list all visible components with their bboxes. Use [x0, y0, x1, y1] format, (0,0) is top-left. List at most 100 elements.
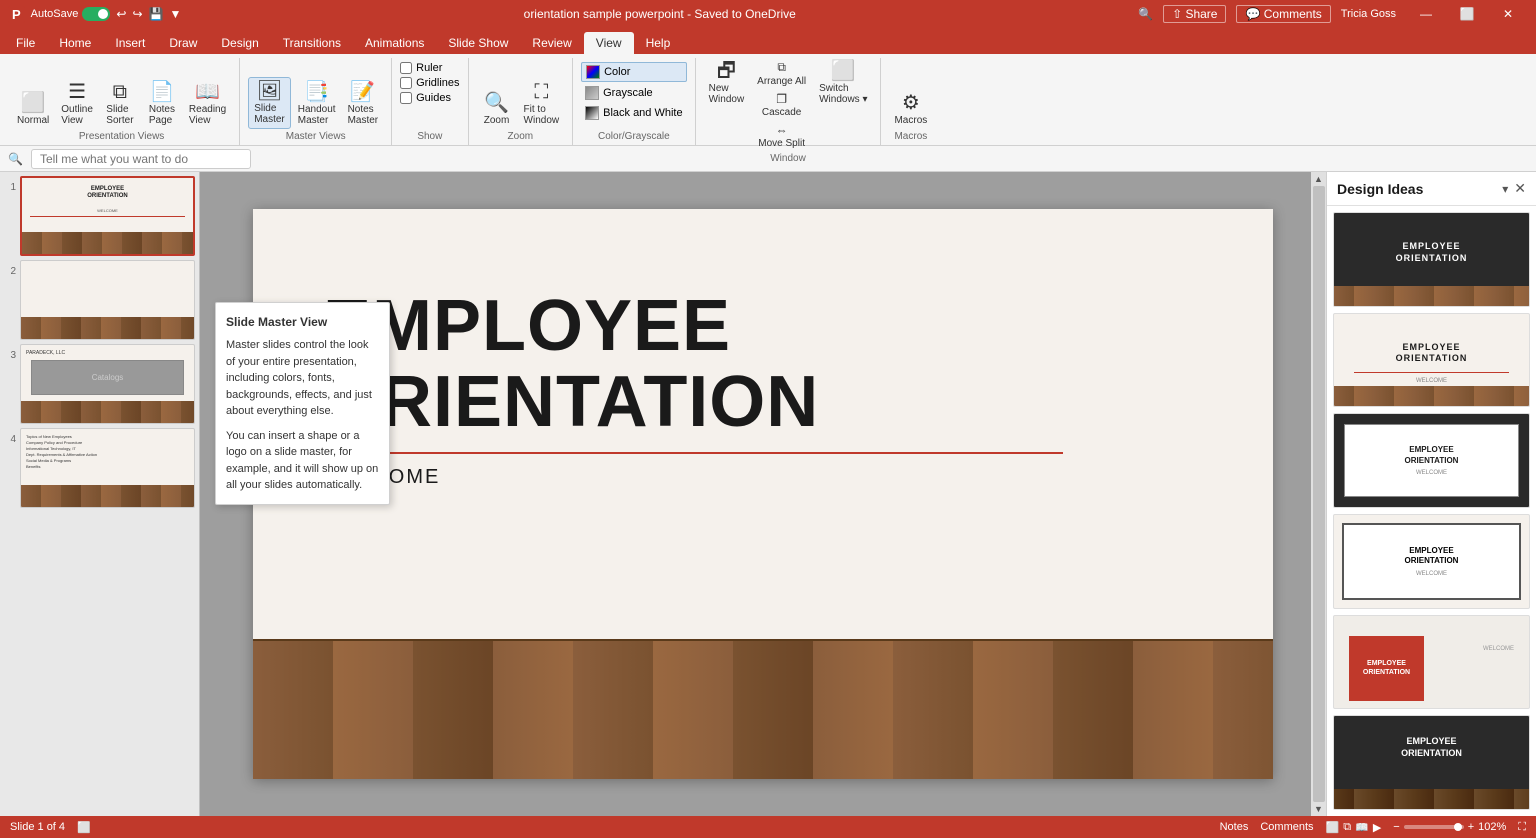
new-window-button[interactable]: 🗗 NewWindow	[704, 58, 750, 151]
tab-view[interactable]: View	[584, 32, 634, 54]
design-idea-1-title: EMPLOYEEORIENTATION	[1334, 241, 1529, 264]
vertical-scrollbar[interactable]: ▲ ▼	[1311, 172, 1326, 816]
slide-preview-content-3: PARADECK, LLC Catalogs	[21, 345, 194, 423]
slide-sorter-status-icon[interactable]: ⧉	[1343, 821, 1351, 834]
zoom-slider[interactable]	[1404, 825, 1464, 829]
slide-panel: 1 EMPLOYEEORIENTATION WELCOME 2 3	[0, 172, 200, 816]
zoom-out-icon[interactable]: −	[1393, 821, 1399, 833]
reading-view-button[interactable]: 📖 ReadingView	[184, 79, 231, 129]
outline-view-button[interactable]: ☰ OutlineView	[56, 79, 98, 129]
arrange-all-icon: ⧉	[777, 60, 786, 75]
move-split-button[interactable]: ⇔ Move Split	[753, 121, 810, 151]
search-icon[interactable]: 🔍	[1138, 7, 1153, 21]
design-panel-dropdown-icon[interactable]: ▾	[1502, 182, 1508, 196]
slide-main-title: EMPLOYEEORIENTATION	[323, 289, 1203, 440]
tab-review[interactable]: Review	[520, 32, 583, 54]
ribbon-group-window: 🗗 NewWindow ⧉ Arrange All ❐ Cascade ⇔ Mo…	[696, 58, 882, 145]
restore-button[interactable]: ⬜	[1447, 0, 1487, 28]
redo-icon[interactable]: ↪	[132, 7, 142, 21]
search-input[interactable]	[31, 149, 251, 169]
zoom-in-icon[interactable]: +	[1468, 821, 1474, 833]
slide-thumb-2[interactable]: 2	[4, 260, 195, 340]
grayscale-option[interactable]: Grayscale	[581, 84, 686, 102]
design-idea-card-1[interactable]: EMPLOYEEORIENTATION	[1333, 212, 1530, 307]
tooltip-body2: You can insert a shape or a logo on a sl…	[226, 428, 379, 494]
grayscale-swatch	[585, 86, 599, 100]
scroll-down-arrow[interactable]: ▼	[1314, 804, 1323, 814]
window-buttons-row1: 🗗 NewWindow ⧉ Arrange All ❐ Cascade ⇔ Mo…	[704, 58, 873, 151]
tooltip-body1: Master slides control the look of your e…	[226, 337, 379, 420]
slide-main[interactable]: EMPLOYEEORIENTATION WELCOME	[253, 209, 1273, 779]
comments-button[interactable]: 💬 Comments	[1236, 5, 1330, 23]
macros-button[interactable]: ⚙ Macros	[889, 90, 932, 129]
design-idea-card-5[interactable]: EMPLOYEEORIENTATION WELCOME	[1333, 615, 1530, 710]
zoom-button[interactable]: 🔍 Zoom	[477, 90, 517, 129]
ribbon-group-macros: ⚙ Macros Macros	[881, 58, 940, 145]
design-idea-3-title: EMPLOYEEORIENTATION	[1405, 445, 1459, 466]
customize-icon[interactable]: ▼	[169, 7, 181, 21]
slide-master-button[interactable]: 🖼 SlideMaster	[248, 77, 291, 129]
ruler-checkbox[interactable]: Ruler	[400, 62, 459, 74]
status-bar-right: Notes Comments ⬜ ⧉ 📖 ▶ − + 102% ⛶	[1220, 821, 1526, 834]
tab-animations[interactable]: Animations	[353, 32, 436, 54]
scroll-thumb[interactable]	[1313, 186, 1325, 802]
tab-file[interactable]: File	[4, 32, 47, 54]
tooltip-title: Slide Master View	[226, 313, 379, 331]
undo-icon[interactable]: ↩	[116, 7, 126, 21]
design-idea-card-4[interactable]: EMPLOYEEORIENTATION WELCOME	[1333, 514, 1530, 609]
slide-sorter-button[interactable]: ⧉ SlideSorter	[100, 79, 140, 129]
design-idea-card-2[interactable]: EMPLOYEEORIENTATION WELCOME	[1333, 313, 1530, 408]
design-idea-card-6[interactable]: EMPLOYEEORIENTATION	[1333, 715, 1530, 810]
tab-insert[interactable]: Insert	[103, 32, 157, 54]
normal-view-status-icon[interactable]: ⬜	[1326, 821, 1340, 834]
slide-thumb-1[interactable]: 1 EMPLOYEEORIENTATION WELCOME	[4, 176, 195, 256]
tab-transitions[interactable]: Transitions	[271, 32, 353, 54]
switch-windows-button[interactable]: ⬜ SwitchWindows ▾	[814, 58, 872, 151]
design-idea-4-title: EMPLOYEEORIENTATION	[1405, 546, 1459, 567]
slide-thumb-4[interactable]: 4 Topics of New Employees Company Policy…	[4, 428, 195, 508]
minimize-button[interactable]: —	[1406, 0, 1446, 28]
guides-checkbox[interactable]: Guides	[400, 92, 459, 104]
search-icon-bar: 🔍	[8, 152, 23, 166]
normal-view-button[interactable]: ⬜ Normal	[12, 90, 54, 129]
notes-master-button[interactable]: 📝 NotesMaster	[343, 79, 384, 129]
reading-view-status-icon[interactable]: 📖	[1355, 821, 1369, 834]
slideshow-status-icon[interactable]: ▶	[1373, 821, 1381, 834]
cascade-button[interactable]: ❐ Cascade	[753, 90, 810, 120]
fit-to-window-button[interactable]: ⛶ Fit toWindow	[519, 79, 565, 129]
notes-page-button[interactable]: 📄 NotesPage	[142, 79, 182, 129]
comments-status-button[interactable]: Comments	[1260, 821, 1313, 833]
design-panel-close-icon[interactable]: ✕	[1514, 180, 1526, 197]
presentation-views-label: Presentation Views	[79, 129, 164, 145]
design-idea-3-sub: WELCOME	[1416, 470, 1447, 476]
show-checkboxes: Ruler Gridlines Guides	[400, 58, 459, 108]
design-idea-2-floor	[1334, 386, 1529, 406]
scroll-up-arrow[interactable]: ▲	[1314, 174, 1323, 184]
tab-home[interactable]: Home	[47, 32, 103, 54]
autosave-toggle[interactable]	[82, 7, 110, 21]
close-button[interactable]: ✕	[1488, 0, 1528, 28]
arrange-all-button[interactable]: ⧉ Arrange All	[753, 58, 810, 89]
tab-draw[interactable]: Draw	[157, 32, 209, 54]
color-option[interactable]: Color	[581, 62, 686, 82]
save-icon[interactable]: 💾	[149, 7, 164, 21]
tab-slideshow[interactable]: Slide Show	[436, 32, 520, 54]
fit-slide-button[interactable]: ⛶	[1518, 821, 1526, 834]
design-idea-card-3[interactable]: EMPLOYEEORIENTATION WELCOME	[1333, 413, 1530, 508]
title-bar-left: P AutoSave ↩ ↪ 💾 ▼	[8, 6, 181, 23]
slide-4-text: Topics of New Employees Company Policy a…	[26, 434, 189, 470]
handout-master-button[interactable]: 📑 HandoutMaster	[293, 79, 341, 129]
tab-design[interactable]: Design	[209, 32, 270, 54]
notes-button[interactable]: Notes	[1220, 821, 1249, 833]
bw-swatch	[585, 106, 599, 120]
zoom-control[interactable]: − + 102%	[1393, 821, 1506, 833]
master-views-label: Master Views	[286, 129, 346, 145]
slide-sorter-icon: ⧉	[113, 82, 127, 102]
slide-thumb-3[interactable]: 3 PARADECK, LLC Catalogs	[4, 344, 195, 424]
black-white-option[interactable]: Black and White	[581, 104, 686, 122]
main-layout: 1 EMPLOYEEORIENTATION WELCOME 2 3	[0, 172, 1536, 816]
share-button[interactable]: ⇧ Share	[1163, 5, 1226, 23]
tab-help[interactable]: Help	[634, 32, 683, 54]
new-window-icon: 🗗	[717, 61, 736, 81]
gridlines-checkbox[interactable]: Gridlines	[400, 77, 459, 89]
